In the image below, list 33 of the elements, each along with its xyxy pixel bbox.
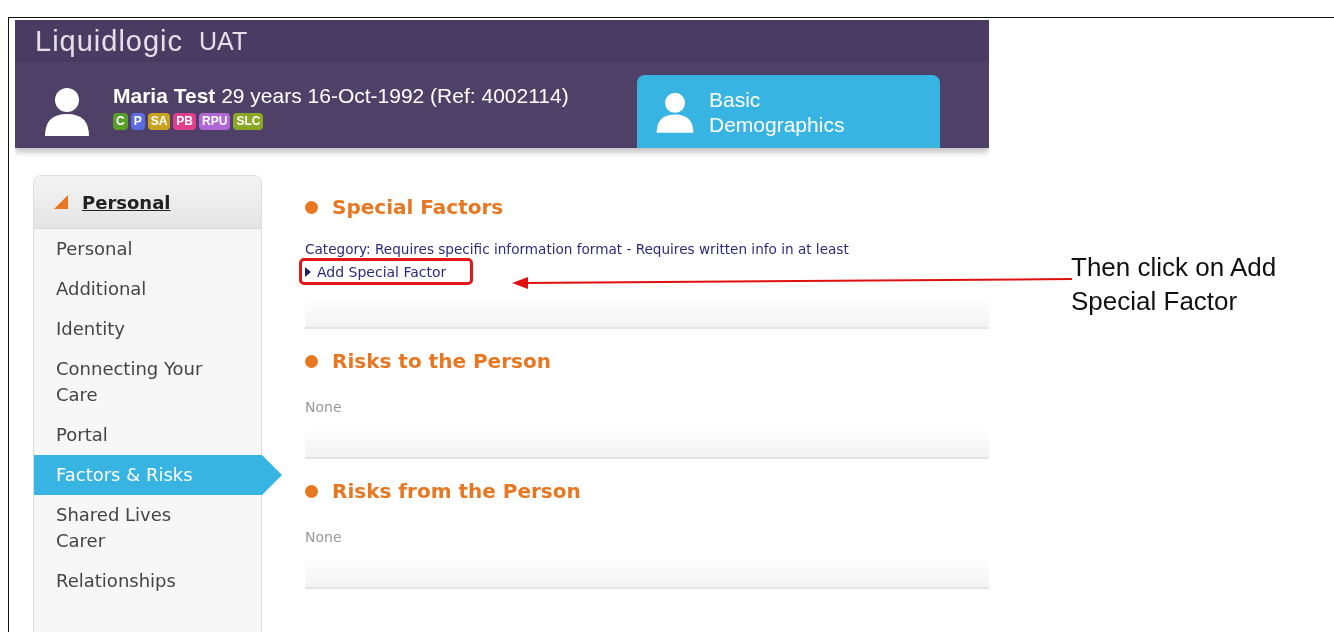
sidebar-item[interactable]: Identity bbox=[34, 309, 236, 349]
status-badge: P bbox=[130, 113, 145, 130]
patient-summary: Maria Test 29 years 16-Oct-1992 (Ref: 4002114) bbox=[113, 84, 570, 108]
sidebar-item[interactable]: Connecting Your Care bbox=[34, 349, 236, 415]
empty-text: None bbox=[305, 529, 343, 545]
status-badge: RPU bbox=[199, 113, 231, 130]
section-title: Special Factors bbox=[332, 195, 504, 219]
logo: Liquidlogic bbox=[35, 24, 184, 58]
status-badge: SLC bbox=[233, 113, 264, 130]
bullet-icon bbox=[305, 354, 318, 368]
empty-text: None bbox=[305, 399, 343, 415]
section-title: Risks to the Person bbox=[332, 349, 551, 373]
add-special-factor-link[interactable]: Add Special Factor bbox=[305, 264, 447, 280]
status-badge: SA bbox=[147, 113, 171, 130]
annotation-text: Then click on Add Special Factor bbox=[1071, 251, 1278, 318]
bullet-icon bbox=[305, 484, 318, 498]
person-icon bbox=[655, 90, 695, 133]
sidebar-item[interactable]: Relationships bbox=[34, 561, 236, 601]
bullet-icon bbox=[305, 200, 318, 214]
triangle-icon bbox=[54, 195, 68, 209]
person-icon bbox=[43, 86, 91, 136]
sidebar-item[interactable]: Personal bbox=[34, 229, 236, 269]
sidebar-heading: Personal bbox=[82, 191, 171, 213]
sidebar-item[interactable]: Portal bbox=[34, 415, 236, 455]
section-title: Risks from the Person bbox=[332, 479, 581, 503]
status-badge: PB bbox=[173, 113, 197, 130]
environment-label: UAT bbox=[199, 26, 248, 56]
sidebar-item[interactable]: Shared Lives Carer bbox=[34, 495, 236, 561]
caret-icon bbox=[305, 267, 311, 277]
status-badge: C bbox=[113, 113, 128, 130]
sidebar-header[interactable]: Personal bbox=[34, 176, 261, 229]
sidebar-item[interactable]: Additional bbox=[34, 269, 236, 309]
category-text: Category: Requires specific information format - Requires written info in at least bbox=[305, 241, 850, 257]
